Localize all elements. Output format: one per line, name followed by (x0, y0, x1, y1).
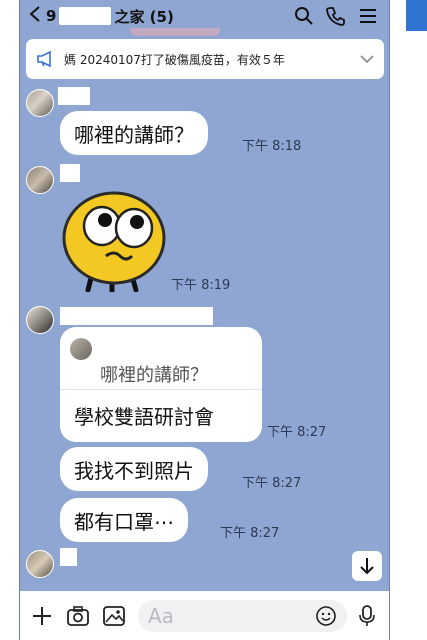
camera-icon (67, 605, 89, 626)
photo-button[interactable] (100, 602, 128, 630)
megaphone-icon (37, 51, 51, 67)
voice-button[interactable] (353, 602, 381, 630)
reply-message-bubble[interactable]: 哪裡的講師？ 學校雙語研討會 (60, 327, 262, 442)
image-icon (103, 605, 125, 626)
quoted-text: 哪裡的講師？ (100, 365, 208, 386)
message-time: 下午 8:27 (242, 476, 302, 491)
menu-icon (360, 9, 376, 23)
message-time: 下午 8:19 (171, 278, 231, 293)
chevron-left-icon (29, 5, 40, 22)
search-icon (295, 7, 313, 25)
redacted-sender-name (60, 548, 77, 566)
message-text: 都有口罩⋯ (74, 509, 174, 534)
avatar[interactable] (26, 550, 54, 578)
message-time: 下午 8:18 (242, 139, 302, 154)
search-button[interactable] (291, 3, 317, 29)
message-bubble[interactable]: 都有口罩⋯ (60, 498, 188, 542)
emoji-icon[interactable] (315, 605, 337, 627)
announcement-bar[interactable]: 媽 20240107打了破傷風疫苗，有效５年 (26, 39, 384, 79)
emoji-face-sticker (62, 191, 166, 295)
avatar[interactable] (26, 89, 54, 117)
chat-window: 9 之家 (5) 媽 20240107打了破傷風疫苗，有效５年 哪裡的講師？ 下… (19, 0, 390, 640)
sticker-image[interactable] (60, 186, 168, 295)
quoted-avatar (70, 338, 92, 360)
redacted-sender-name (58, 87, 90, 105)
redacted-sender-name (60, 164, 80, 182)
redacted-sender-name (60, 307, 213, 325)
chevron-down-icon[interactable] (360, 54, 374, 64)
message-text: 哪裡的講師？ (74, 122, 194, 147)
message-time: 下午 8:27 (267, 425, 327, 440)
chat-header: 9 之家 (5) (20, 0, 389, 32)
avatar[interactable] (26, 306, 54, 334)
message-input[interactable]: Aa (138, 599, 347, 632)
add-button[interactable] (28, 602, 56, 630)
group-name: 之家 (5) (114, 7, 174, 26)
avatar[interactable] (26, 166, 54, 194)
redacted-name (59, 7, 112, 25)
announcement-text: 媽 20240107打了破傷風疫苗，有效５年 (64, 52, 285, 67)
message-bubble[interactable]: 我找不到照片 (60, 447, 208, 491)
redacted-quoted-name (98, 341, 138, 353)
message-input-placeholder: Aa (148, 603, 174, 628)
plus-icon (33, 606, 51, 625)
message-text: 學校雙語研討會 (74, 405, 214, 429)
message-bubble[interactable]: 哪裡的講師？ (60, 111, 208, 155)
arrow-down-icon (360, 558, 374, 575)
message-time: 下午 8:27 (220, 526, 280, 541)
call-button[interactable] (323, 3, 349, 29)
back-button[interactable] (28, 5, 42, 28)
scroll-to-bottom-button[interactable] (352, 551, 382, 581)
reply-divider (60, 389, 262, 390)
menu-button[interactable] (355, 3, 381, 29)
microphone-icon (359, 604, 375, 626)
message-input-bar: Aa (20, 591, 389, 640)
camera-button[interactable] (64, 602, 92, 630)
side-blue-block (406, 0, 427, 31)
chat-title: 9 之家 (5) (46, 6, 285, 27)
unread-count: 9 (46, 7, 57, 25)
message-text: 我找不到照片 (74, 458, 194, 483)
phone-icon (326, 7, 345, 26)
